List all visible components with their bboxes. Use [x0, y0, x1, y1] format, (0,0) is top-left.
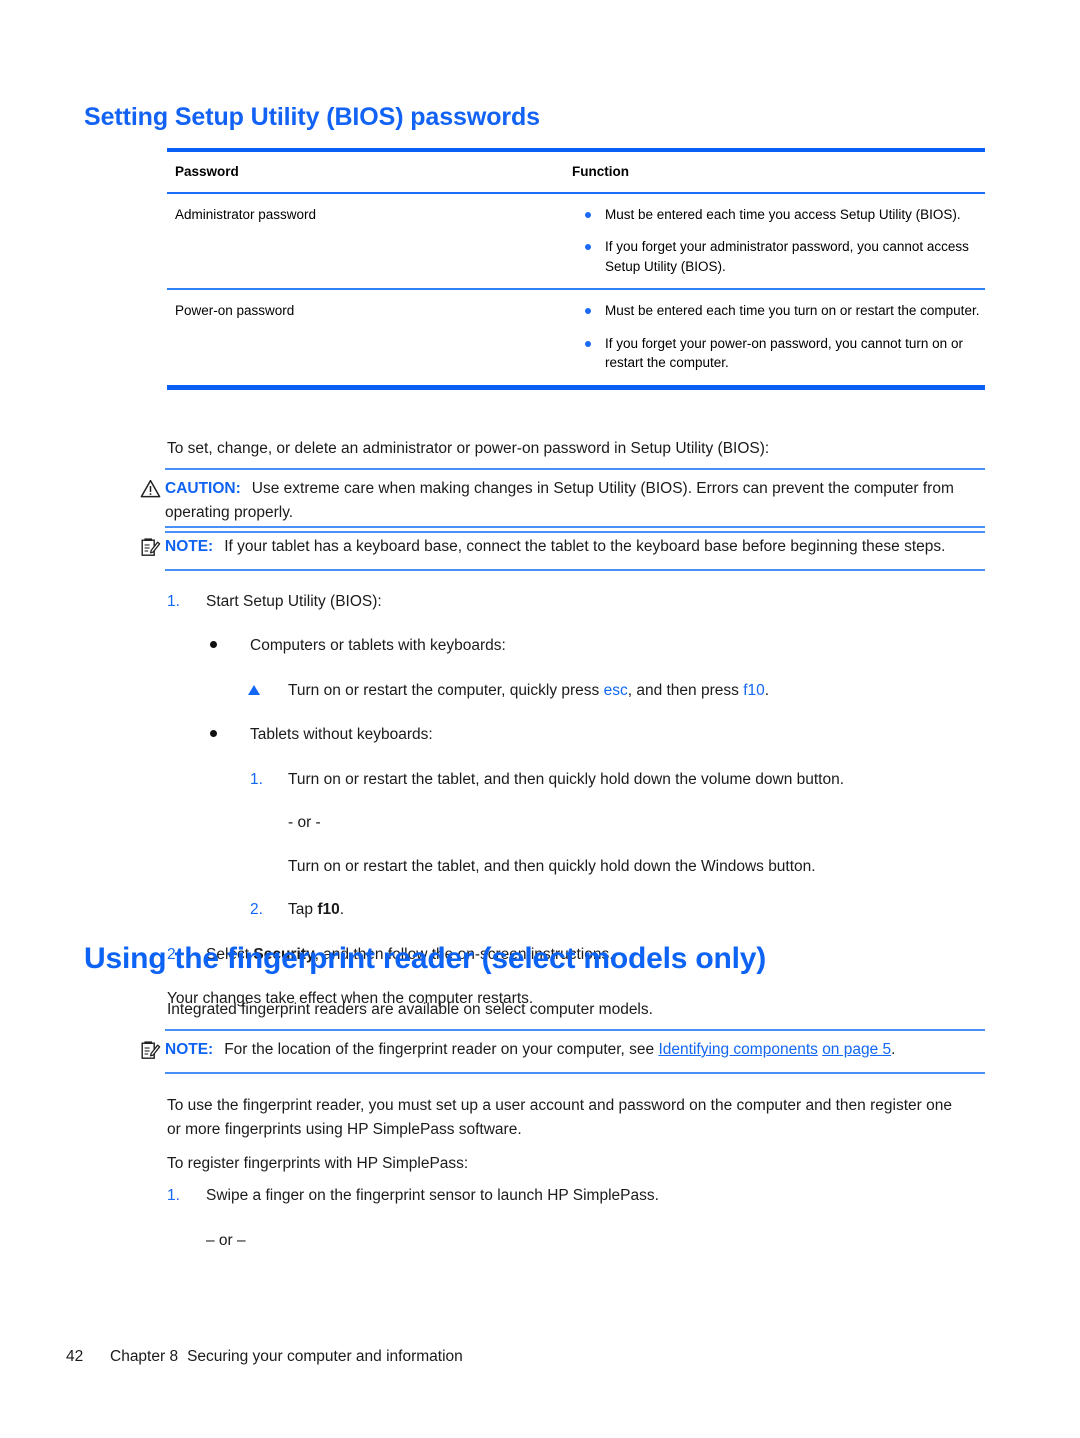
black-dot-bullet-icon: [210, 729, 217, 737]
table-row: Power-on password Must be entered each t…: [167, 290, 985, 385]
function-bullet-list: Must be entered each time you turn on or…: [572, 301, 981, 373]
or-separator-2: – or –: [206, 1232, 246, 1250]
key-esc: esc: [603, 681, 628, 699]
caution-text: CAUTION: Use extreme care when making cha…: [165, 477, 985, 524]
sub-item-text: Turn on or restart the tablet, and then …: [288, 771, 845, 788]
fingerprint-intro-paragraph: Integrated fingerprint readers are avail…: [167, 1001, 653, 1018]
ordered-item-1: 1. Start Setup Utility (BIOS):: [167, 590, 997, 613]
fingerprint-register-paragraph: To register fingerprints with HP SimpleP…: [167, 1155, 469, 1172]
column-header-function: Function: [572, 164, 629, 179]
sub-item-text-post: .: [339, 900, 345, 918]
list-item: If you forget your administrator passwor…: [572, 237, 981, 276]
list-item: Must be entered each time you turn on or…: [572, 301, 981, 321]
password-function-table: Password Function Administrator password…: [167, 148, 985, 390]
sub-ordered-item-2: 2. Tap f10.: [167, 898, 997, 921]
link-on-page-5[interactable]: on page 5: [822, 1041, 891, 1058]
bullet-item-keyboards: Computers or tablets with keyboards:: [167, 634, 997, 657]
note-body-pre: For the location of the fingerprint read…: [224, 1041, 659, 1058]
caution-label: CAUTION:: [165, 480, 241, 497]
table-row: Administrator password Must be entered e…: [167, 194, 985, 289]
caution-admonition: CAUTION: Use extreme care when making cha…: [140, 468, 985, 534]
note-fingerprint-admonition: NOTE: For the location of the fingerprint…: [140, 1029, 985, 1074]
footer-page-number: 42: [66, 1348, 84, 1365]
list-item: Must be entered each time you access Set…: [572, 205, 981, 225]
page-footer: 42 Chapter 8 Securing your computer and in…: [66, 1348, 463, 1366]
key-f10: f10: [743, 681, 765, 699]
action-text-post: .: [764, 681, 770, 699]
note-text: NOTE: For the location of the fingerprint…: [165, 1038, 985, 1065]
note-keyboard-base-admonition: NOTE: If your tablet has a keyboard base,…: [140, 526, 985, 571]
section-heading: Setting Setup Utility (BIOS) passwords: [84, 103, 540, 131]
note-body: If your tablet has a keyboard base, conn…: [224, 538, 946, 555]
ordered-item-number: 1.: [167, 593, 180, 610]
column-header-password: Password: [175, 164, 239, 179]
ordered-item-1: 1. Swipe a finger on the fingerprint sen…: [167, 1184, 997, 1207]
cell-password-administrator: Administrator password: [175, 206, 317, 222]
note-text: NOTE: If your tablet has a keyboard base,…: [165, 535, 985, 562]
sub-item-alternate-text: Turn on or restart the tablet, and then …: [288, 857, 816, 875]
document-page: Setting Setup Utility (BIOS) passwords P…: [0, 0, 1080, 1438]
cell-password-power-on: Power-on password: [175, 303, 295, 319]
note-clipboard-icon: [140, 535, 165, 562]
black-dot-bullet-icon: [210, 641, 217, 649]
chapter-heading: Using the fingerprint reader (select mod…: [84, 942, 767, 975]
fingerprint-procedure-list: 1. Swipe a finger on the fingerprint sen…: [167, 1184, 997, 1253]
action-text-pre: Turn on or restart the computer, quickly…: [288, 681, 604, 699]
blue-triangle-bullet-icon: [248, 684, 260, 695]
footer-title: Securing your computer and information: [187, 1348, 463, 1365]
fingerprint-setup-paragraph: To use the fingerprint reader, you must …: [167, 1097, 952, 1138]
sub-item-number: 2.: [250, 900, 263, 918]
link-identifying-components[interactable]: Identifying components: [658, 1041, 817, 1058]
sub-item-text-pre: Tap: [288, 900, 318, 918]
intro-paragraph: To set, change, or delete an administrat…: [167, 440, 770, 457]
note-clipboard-icon: [140, 1038, 165, 1065]
note-label: NOTE:: [165, 538, 214, 555]
ordered-item-text: Start Setup Utility (BIOS):: [206, 593, 382, 610]
ordered-item-number: 1.: [167, 1187, 180, 1204]
action-text-mid: , and then press: [627, 681, 744, 699]
note-label: NOTE:: [165, 1041, 214, 1058]
action-item-keyboard: Turn on or restart the computer, quickly…: [167, 679, 997, 702]
footer-chapter: Chapter 8: [110, 1348, 179, 1365]
or-separator-1: - or -: [288, 814, 321, 832]
warning-triangle-icon: [140, 477, 165, 524]
caution-body: Use extreme care when making changes in …: [165, 480, 954, 521]
bullet-item-text: Tablets without keyboards:: [250, 725, 433, 743]
note-bottom-rule: [165, 1072, 985, 1074]
note-bottom-rule: [165, 569, 985, 571]
bullet-item-text: Computers or tablets with keyboards:: [250, 637, 506, 655]
sub-item-number: 1.: [250, 771, 263, 788]
bullet-item-no-keyboards: Tablets without keyboards:: [167, 723, 997, 746]
function-bullet-list: Must be entered each time you access Set…: [572, 205, 981, 277]
ordered-item-text: Swipe a finger on the fingerprint sensor…: [206, 1187, 659, 1204]
list-item: If you forget your power-on password, yo…: [572, 334, 981, 373]
note-body-post: .: [891, 1041, 896, 1058]
table-header-row: Password Function: [167, 152, 985, 192]
table-bottom-rule: [167, 384, 985, 390]
cell-function-power-on: Must be entered each time you turn on or…: [572, 290, 985, 385]
sub-ordered-item-1: 1. Turn on or restart the tablet, and th…: [167, 768, 997, 791]
cell-function-administrator: Must be entered each time you access Set…: [572, 194, 985, 289]
key-f10: f10: [317, 900, 340, 918]
